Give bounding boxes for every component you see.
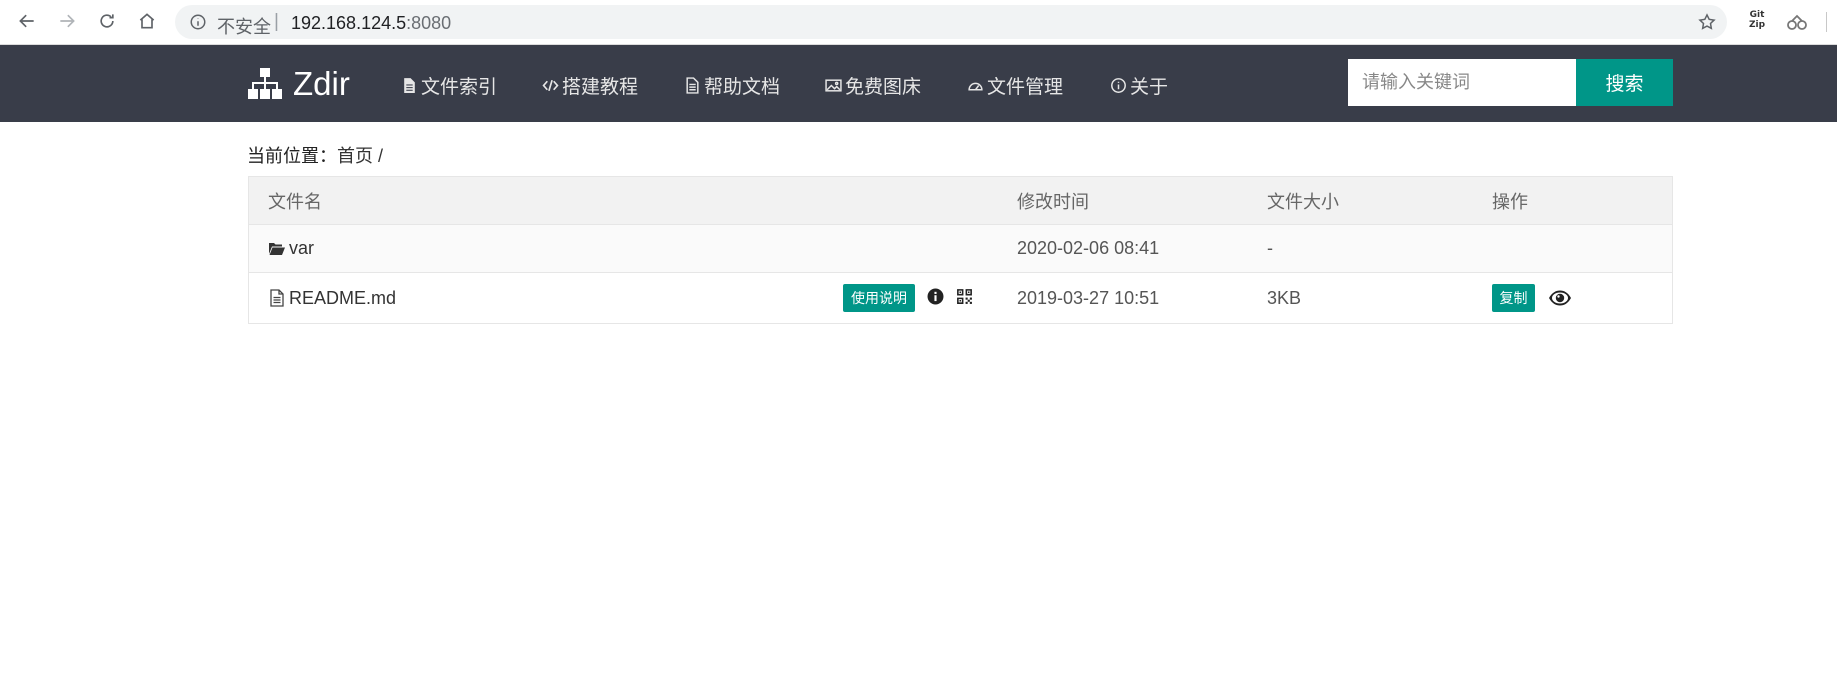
url-port: :8080 — [406, 13, 452, 33]
header-modified-time: 修改时间 — [1017, 191, 1089, 212]
nav-about[interactable]: 关于 — [1110, 73, 1169, 98]
star-icon[interactable] — [1697, 12, 1717, 32]
nav-label: 文件管理 — [987, 76, 1064, 98]
eye-icon[interactable] — [1548, 288, 1572, 308]
dashboard-icon — [968, 82, 983, 90]
back-icon[interactable] — [14, 8, 40, 34]
extension-icon[interactable] — [1785, 11, 1809, 33]
security-label: 不安全 — [217, 17, 271, 37]
nav-file-index[interactable]: 文件索引 — [401, 73, 498, 98]
nav-label: 文件索引 — [421, 76, 498, 98]
search-input[interactable] — [1348, 59, 1576, 106]
info-circle-icon[interactable] — [927, 288, 944, 305]
brand-name: Zdir — [293, 65, 350, 102]
file-size: 3KB — [1267, 287, 1302, 308]
header-file-name: 文件名 — [268, 191, 322, 212]
address-bar[interactable]: 不安全 | 192.168.124.5:8080 — [175, 5, 1727, 39]
nav-label: 搭建教程 — [562, 76, 639, 98]
nav-label: 免费图床 — [845, 76, 922, 98]
code-icon — [542, 79, 559, 91]
nav-setup-tutorial[interactable]: 搭建教程 — [542, 73, 639, 98]
breadcrumb-label: 当前位置： — [247, 146, 337, 166]
breadcrumb-separator: / — [373, 146, 384, 166]
document-icon — [404, 77, 415, 93]
header-actions: 操作 — [1492, 191, 1528, 212]
modified-time: 2019-03-27 10:51 — [1017, 287, 1160, 308]
file-link[interactable]: README.md — [268, 273, 396, 323]
reload-icon[interactable] — [94, 8, 120, 34]
forward-icon[interactable] — [54, 8, 80, 34]
site-logo[interactable]: Zdir — [247, 65, 350, 103]
table-header: 文件名 修改时间 文件大小 操作 — [249, 177, 1672, 225]
browser-toolbar: 不安全 | 192.168.124.5:8080 Git Zip — [0, 0, 1837, 45]
file-table: 文件名 修改时间 文件大小 操作 var 2020-02-06 08:41 - … — [248, 176, 1673, 324]
nav-label: 帮助文档 — [704, 76, 781, 98]
file-size: - — [1267, 238, 1273, 258]
nav-label: 关于 — [1130, 76, 1169, 98]
site-navbar: Zdir 文件索引 搭建教程 帮助文档 免费图床 文件管理 关于 搜索 — [0, 45, 1837, 122]
nav-file-management[interactable]: 文件管理 — [967, 73, 1064, 98]
address-url[interactable]: 192.168.124.5:8080 — [291, 13, 451, 34]
folder-link[interactable]: var — [268, 225, 314, 272]
copy-link-button[interactable]: 复制 — [1492, 284, 1535, 312]
modified-time: 2020-02-06 08:41 — [1017, 238, 1160, 258]
file-name: README.md — [289, 287, 397, 308]
address-separator: | — [274, 11, 279, 32]
image-icon — [825, 78, 842, 92]
file-icon — [270, 289, 284, 307]
nav-help-docs[interactable]: 帮助文档 — [684, 73, 781, 98]
info-icon — [1111, 77, 1126, 93]
file-name: var — [289, 238, 315, 258]
folder-open-icon — [269, 242, 285, 255]
search-button[interactable]: 搜索 — [1576, 59, 1673, 106]
table-row: README.md 使用说明 2019-03-27 10:51 3KB 复制 — [249, 273, 1672, 323]
sitemap-icon — [248, 68, 282, 99]
breadcrumb: 当前位置：首页 / — [247, 142, 383, 168]
home-icon[interactable] — [134, 8, 160, 34]
qrcode-icon[interactable] — [956, 288, 973, 305]
gitzip-extension-icon[interactable]: Git Zip — [1745, 10, 1769, 30]
url-host: 192.168.124.5 — [291, 13, 407, 33]
header-file-size: 文件大小 — [1267, 191, 1339, 212]
table-row: var 2020-02-06 08:41 - — [249, 225, 1672, 273]
toolbar-divider — [1826, 12, 1827, 32]
nav-free-image-host[interactable]: 免费图床 — [825, 73, 922, 98]
breadcrumb-home-link[interactable]: 首页 — [337, 146, 373, 166]
info-icon[interactable] — [189, 13, 207, 31]
usage-instructions-button[interactable]: 使用说明 — [843, 284, 915, 312]
document-icon — [686, 76, 699, 94]
